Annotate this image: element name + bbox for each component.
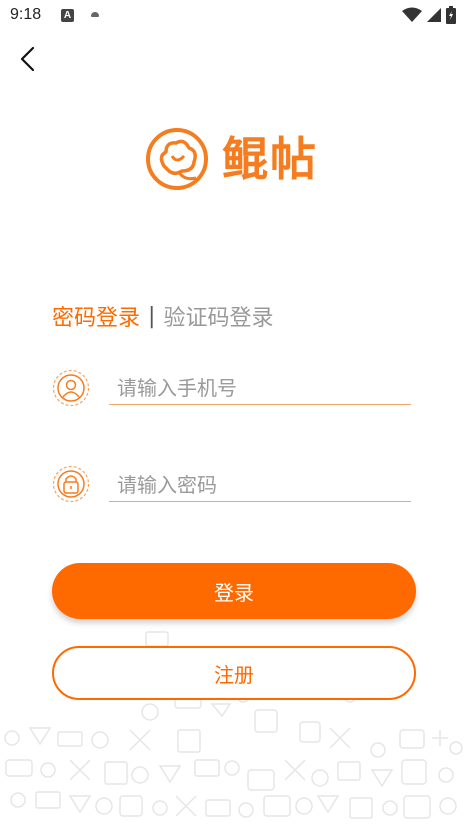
system-tray [402, 6, 456, 24]
back-button[interactable] [14, 44, 44, 74]
status-time: 9:18 [10, 6, 42, 23]
wifi-icon [402, 7, 422, 22]
phone-input[interactable] [109, 371, 411, 405]
register-button[interactable]: 注册 [52, 646, 416, 700]
password-input[interactable] [109, 468, 411, 502]
a-icon: A [61, 9, 74, 22]
background-pattern [4, 631, 463, 819]
login-button[interactable]: 登录 [52, 563, 416, 619]
user-icon [52, 369, 90, 407]
tab-password-login[interactable]: 密码登录 [52, 300, 140, 332]
app-name: 鲲帖 [222, 132, 318, 186]
battery-icon [446, 6, 456, 24]
app-logo: 鲲帖 [144, 126, 318, 192]
status-bar: 9:18 A [0, 0, 468, 32]
tab-separator: | [148, 303, 156, 329]
tab-sms-login[interactable]: 验证码登录 [163, 300, 273, 332]
login-mode-tabs: 密码登录 | 验证码登录 [52, 300, 273, 332]
lock-icon [52, 465, 90, 503]
chevron-left-icon [20, 46, 35, 72]
cloud-icon [91, 12, 99, 17]
signal-icon [427, 8, 441, 22]
cotton-logo-icon [146, 128, 208, 190]
